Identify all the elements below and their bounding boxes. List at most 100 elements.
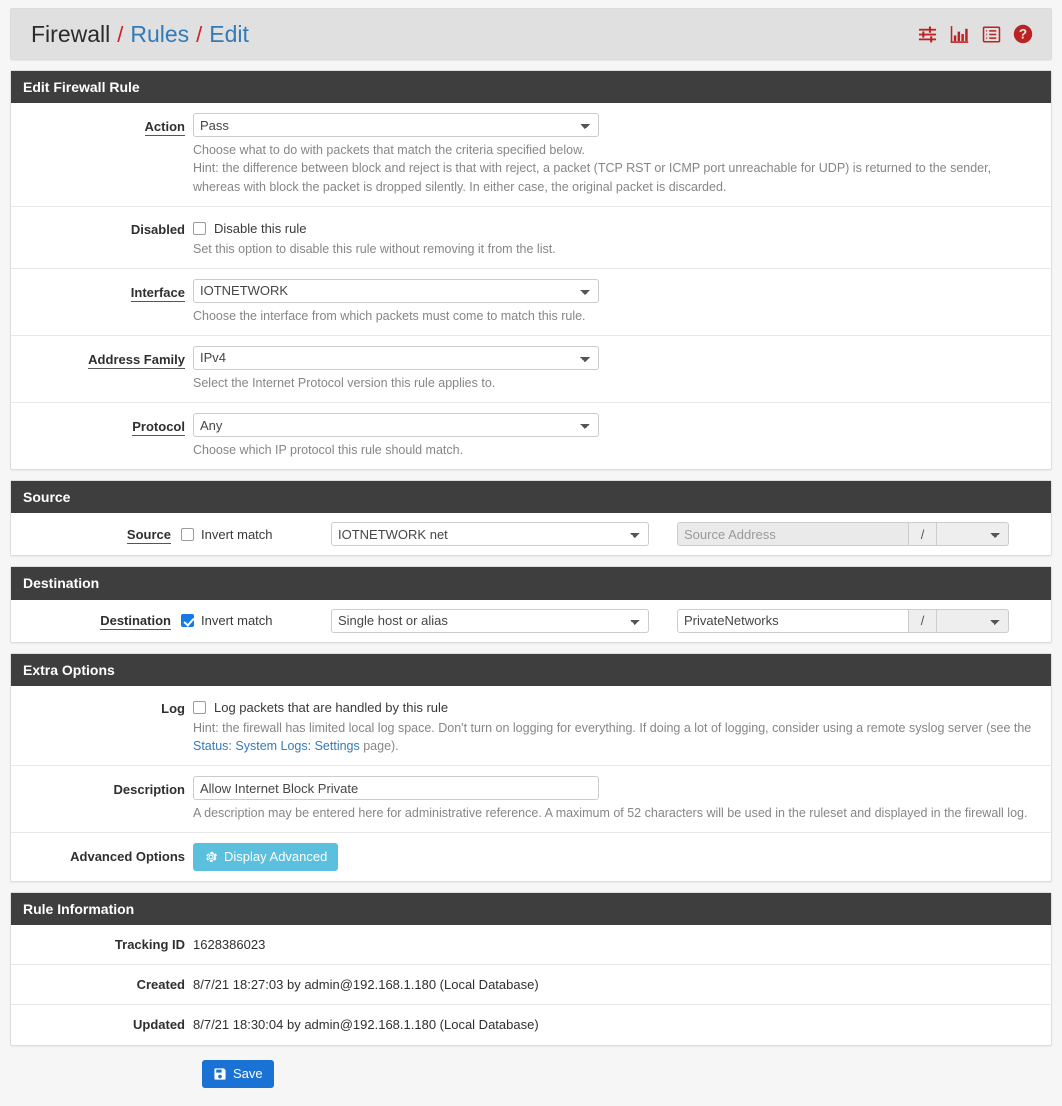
destination-address-input[interactable] [677,609,909,633]
action-label: Action [145,119,185,136]
panel-body-extra-options: Log Log packets that are handled by this… [11,686,1051,881]
disabled-label: Disabled [131,222,185,237]
panel-destination: Destination Destination Invert match Sin… [10,566,1052,642]
destination-cidr-separator: / [909,609,937,633]
description-help: A description may be entered here for ad… [193,804,1033,822]
form-row-source: Source Invert match IOTNETWORK net / [11,513,1051,555]
destination-label: Destination [100,613,171,630]
breadcrumb-link-rules[interactable]: Rules [130,23,189,46]
source-invert-match-label[interactable]: Invert match [201,527,273,542]
page-root: Firewall / Rules / Edit [0,8,1062,1088]
address-family-label-cell: Address Family [11,346,193,367]
panel-body-source: Source Invert match IOTNETWORK net / [11,513,1051,555]
disabled-checkbox-line: Disable this rule [193,217,1037,236]
form-row-description: Description A description may be entered… [11,766,1051,833]
save-icon [213,1067,227,1081]
source-label: Source [127,527,171,544]
info-row-updated: Updated 8/7/21 18:30:04 by admin@192.168… [11,1005,1051,1045]
header-icon-group: ? [917,24,1033,44]
source-cidr-select[interactable] [937,522,1009,546]
source-address-input[interactable] [677,522,909,546]
protocol-select[interactable]: Any [193,413,599,437]
interface-control: IOTNETWORK Choose the interface from whi… [193,279,1051,325]
log-label: Log [161,701,185,716]
breadcrumb-root: Firewall [31,23,110,46]
form-row-protocol: Protocol Any Choose which IP protocol th… [11,403,1051,469]
breadcrumb-separator-1: / [117,24,123,46]
disabled-help: Set this option to disable this rule wit… [193,240,1033,258]
description-label-cell: Description [11,776,193,797]
form-row-disabled: Disabled Disable this rule Set this opti… [11,207,1051,269]
form-row-address-family: Address Family IPv4 Select the Internet … [11,336,1051,403]
protocol-control: Any Choose which IP protocol this rule s… [193,413,1051,459]
source-invert-group: Invert match [181,527,331,542]
log-checkbox-line: Log packets that are handled by this rul… [193,696,1037,715]
updated-value: 8/7/21 18:30:04 by admin@192.168.1.180 (… [193,1015,1051,1032]
source-invert-match-checkbox[interactable] [181,528,194,541]
action-select[interactable]: Pass [193,113,599,137]
display-advanced-button[interactable]: Display Advanced [193,843,338,871]
save-button[interactable]: Save [202,1060,274,1088]
disabled-control: Disable this rule Set this option to dis… [193,217,1051,258]
panel-heading-extra-options: Extra Options [11,654,1051,686]
panel-body-destination: Destination Invert match Single host or … [11,600,1051,642]
log-packets-checkbox-label[interactable]: Log packets that are handled by this rul… [214,700,448,715]
action-control: Pass Choose what to do with packets that… [193,113,1051,195]
destination-cidr-select[interactable] [937,609,1009,633]
interface-label-cell: Interface [11,279,193,300]
address-family-help: Select the Internet Protocol version thi… [193,374,1033,392]
log-packets-checkbox[interactable] [193,701,206,714]
tracking-id-label: Tracking ID [115,937,185,952]
source-label-cell: Source [11,527,181,542]
disabled-label-cell: Disabled [11,217,193,237]
gear-icon [204,850,218,864]
advanced-options-label-cell: Advanced Options [11,843,193,864]
breadcrumb-separator-2: / [196,24,202,46]
panel-heading-edit-rule: Edit Firewall Rule [11,71,1051,103]
destination-label-cell: Destination [11,613,181,628]
sliders-icon[interactable] [917,24,937,44]
disable-rule-checkbox-label[interactable]: Disable this rule [214,221,307,236]
advanced-options-control: Display Advanced [193,843,1051,871]
interface-select[interactable]: IOTNETWORK [193,279,599,303]
save-button-label: Save [233,1066,263,1082]
panel-source: Source Source Invert match IOTNETWORK ne… [10,480,1052,556]
bar-chart-icon[interactable] [949,24,969,44]
help-icon[interactable]: ? [1013,24,1033,44]
svg-text:?: ? [1019,27,1027,42]
address-family-label: Address Family [88,352,185,369]
log-help-link[interactable]: Status: System Logs: Settings [193,739,360,753]
log-help-before: Hint: the firewall has limited local log… [193,721,1031,735]
source-type-group: IOTNETWORK net [331,522,649,546]
panel-body-edit-rule: Action Pass Choose what to do with packe… [11,103,1051,469]
created-label-cell: Created [11,975,193,992]
info-row-tracking-id: Tracking ID 1628386023 [11,925,1051,965]
form-row-destination: Destination Invert match Single host or … [11,600,1051,642]
updated-label: Updated [133,1017,185,1032]
address-family-control: IPv4 Select the Internet Protocol versio… [193,346,1051,392]
description-input[interactable] [193,776,599,800]
created-value: 8/7/21 18:27:03 by admin@192.168.1.180 (… [193,975,1051,992]
panel-body-rule-information: Tracking ID 1628386023 Created 8/7/21 18… [11,925,1051,1045]
action-help-line1: Choose what to do with packets that matc… [193,141,1033,159]
interface-help: Choose the interface from which packets … [193,307,1033,325]
address-family-select[interactable]: IPv4 [193,346,599,370]
list-icon[interactable] [981,24,1001,44]
destination-invert-group: Invert match [181,613,331,628]
destination-type-group: Single host or alias [331,609,649,633]
destination-type-select[interactable]: Single host or alias [331,609,649,633]
breadcrumb-link-edit[interactable]: Edit [209,23,249,46]
breadcrumb: Firewall / Rules / Edit [31,23,249,46]
info-row-created: Created 8/7/21 18:27:03 by admin@192.168… [11,965,1051,1005]
source-type-select[interactable]: IOTNETWORK net [331,522,649,546]
protocol-label: Protocol [132,419,185,436]
action-label-cell: Action [11,113,193,134]
destination-invert-match-label[interactable]: Invert match [201,613,273,628]
destination-address-group: / [677,609,1009,633]
updated-label-cell: Updated [11,1015,193,1032]
disable-rule-checkbox[interactable] [193,222,206,235]
panel-heading-rule-information: Rule Information [11,893,1051,925]
breadcrumb-bar: Firewall / Rules / Edit [10,8,1052,60]
protocol-label-cell: Protocol [11,413,193,434]
destination-invert-match-checkbox[interactable] [181,614,194,627]
